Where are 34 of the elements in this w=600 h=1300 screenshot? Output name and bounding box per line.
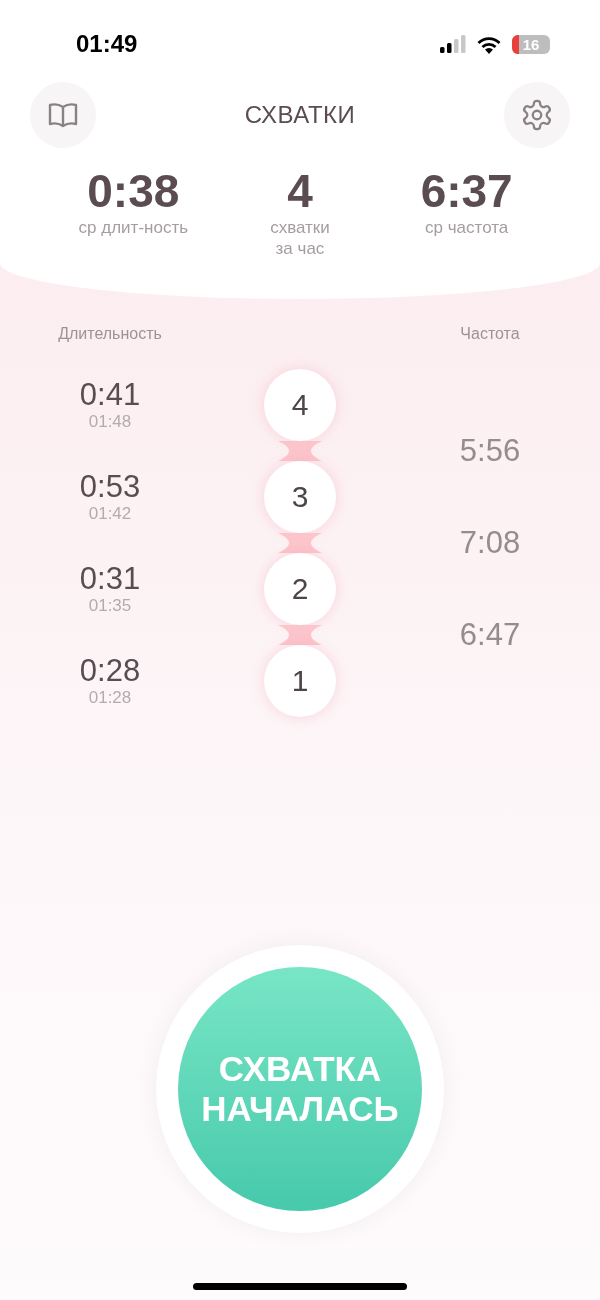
stat-label: ср длит-ность xyxy=(78,216,189,238)
contraction-number: 4 xyxy=(264,369,336,442)
start-time: 01:42 xyxy=(88,504,132,525)
status-time: 01:49 xyxy=(76,30,138,58)
stat-label: схватки за час xyxy=(270,216,330,260)
start-contraction-button[interactable]: СХВАТКА НАЧАЛАСЬ xyxy=(178,967,422,1211)
stat-value: 0:38 xyxy=(87,166,180,217)
book-icon xyxy=(48,102,78,128)
start-time: 01:48 xyxy=(88,412,132,433)
interval-value: 7:08 xyxy=(459,524,521,563)
screen-title: СХВАТКИ xyxy=(244,101,356,129)
duration-value: 0:31 xyxy=(79,562,141,597)
connector-drawing xyxy=(278,625,322,646)
contraction-number: 1 xyxy=(264,645,336,718)
stat-label: ср частота xyxy=(425,216,509,238)
battery-icon: 16 xyxy=(512,34,550,54)
interval-value: 5:56 xyxy=(459,432,521,471)
start-time: 01:28 xyxy=(88,688,132,709)
column-heading: Длительность xyxy=(58,325,162,344)
duration-value: 0:28 xyxy=(79,654,141,689)
settings-icon xyxy=(520,98,554,132)
connector-drawing xyxy=(278,533,322,554)
connector-drawing xyxy=(278,441,322,462)
start-time: 01:35 xyxy=(88,596,132,617)
interval-value: 6:47 xyxy=(459,616,521,655)
wifi-icon xyxy=(476,34,502,54)
contraction-number: 2 xyxy=(264,553,336,626)
stat-value: 4 xyxy=(287,166,313,217)
column-heading: Частота xyxy=(460,325,520,344)
stat-value: 6:37 xyxy=(420,166,513,217)
duration-value: 0:53 xyxy=(79,470,141,505)
duration-value: 0:41 xyxy=(79,378,141,413)
signal-icon xyxy=(440,35,466,53)
contraction-number: 3 xyxy=(264,461,336,534)
